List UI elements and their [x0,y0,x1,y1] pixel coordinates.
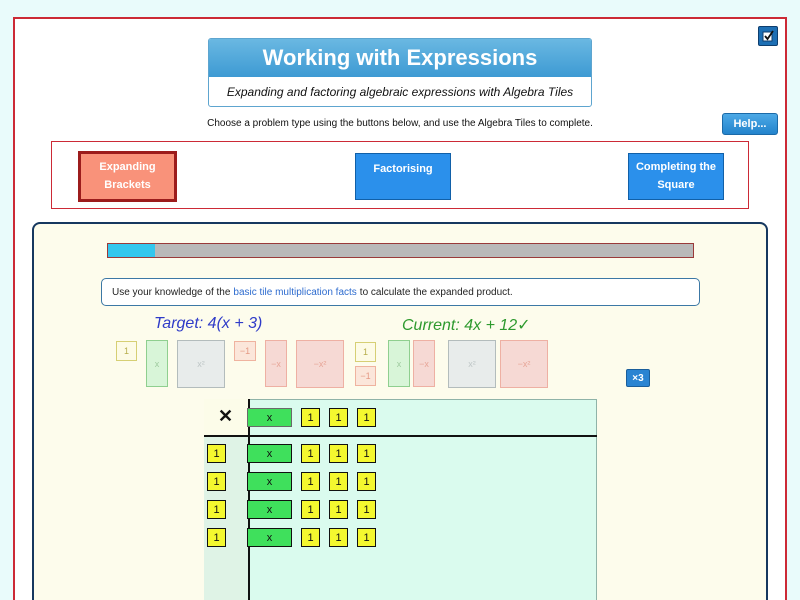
left-factor-one-tile[interactable]: 1 [207,444,226,463]
check-icon: ✓ [517,317,531,334]
page-title: Working with Expressions [209,39,591,77]
palette-negative-x-squared-tile[interactable]: −x² [296,340,344,388]
current-expression: Current: 4x + 12✓ [402,315,531,335]
product-one-tile[interactable]: 1 [357,444,376,463]
product-x-tile[interactable]: x [247,444,292,463]
product-one-tile[interactable]: 1 [329,500,348,519]
factorising-button[interactable]: Factorising [355,153,451,200]
expanding-brackets-button[interactable]: Expanding Brackets [78,151,177,202]
palette-x-squared-tile[interactable]: x² [177,340,225,388]
product-one-tile[interactable]: 1 [301,500,320,519]
palette-zero-pair-negative-x-tile[interactable]: −x [413,340,435,387]
instructions-text: Choose a problem type using the buttons … [207,118,593,129]
hint-box: Use your knowledge of the basic tile mul… [101,278,700,306]
checkbox-icon[interactable] [758,26,778,46]
product-one-tile[interactable]: 1 [301,528,320,547]
palette-one-tile[interactable]: 1 [116,341,137,361]
palette-zero-pair-negative-one-tile[interactable]: −1 [355,366,376,386]
left-factor-one-tile[interactable]: 1 [207,528,226,547]
target-expression: Target: 4(x + 3) [154,315,263,332]
product-one-tile[interactable]: 1 [301,444,320,463]
palette-zero-pair-x-squared-tile[interactable]: x² [448,340,496,388]
palette-zero-pair-one-tile[interactable]: 1 [355,342,376,362]
completing-square-button[interactable]: Completing the Square [628,153,724,200]
product-x-tile[interactable]: x [247,500,292,519]
progress-fill [108,244,155,257]
palette-negative-x-tile[interactable]: −x [265,340,287,387]
hint-text-after: to calculate the expanded product. [359,286,513,298]
top-factor-one-tile[interactable]: 1 [357,408,376,427]
page-subtitle: Expanding and factoring algebraic expres… [226,85,574,99]
product-x-tile[interactable]: x [247,472,292,491]
multiply-icon: ✕ [218,406,234,426]
progress-bar [107,243,694,258]
top-factor-one-tile[interactable]: 1 [329,408,348,427]
current-expression-text: Current: 4x + 12 [402,317,518,334]
palette-negative-one-tile[interactable]: −1 [234,341,256,361]
palette-zero-pair-x-tile[interactable]: x [388,340,410,387]
product-one-tile[interactable]: 1 [329,444,348,463]
product-one-tile[interactable]: 1 [357,500,376,519]
multiply-by-three-button[interactable]: ×3 [626,369,650,387]
grid-horizontal-axis [204,435,597,437]
left-factor-one-tile[interactable]: 1 [207,500,226,519]
product-one-tile[interactable]: 1 [329,472,348,491]
multiplication-facts-link[interactable]: basic tile multiplication facts [233,287,356,298]
left-factor-one-tile[interactable]: 1 [207,472,226,491]
title-box: Working with Expressions Expanding and f… [208,38,592,107]
product-one-tile[interactable]: 1 [357,472,376,491]
help-button[interactable]: Help... [722,113,778,135]
product-one-tile[interactable]: 1 [301,472,320,491]
palette-x-tile[interactable]: x [146,340,168,387]
product-x-tile[interactable]: x [247,528,292,547]
problem-type-panel: Expanding Brackets Factorising Completin… [51,141,749,209]
top-factor-x-tile[interactable]: x [247,408,292,427]
product-one-tile[interactable]: 1 [329,528,348,547]
product-one-tile[interactable]: 1 [357,528,376,547]
top-factor-one-tile[interactable]: 1 [301,408,320,427]
hint-text-before: Use your knowledge of the [112,286,231,298]
palette-zero-pair-negative-x-squared-tile[interactable]: −x² [500,340,548,388]
